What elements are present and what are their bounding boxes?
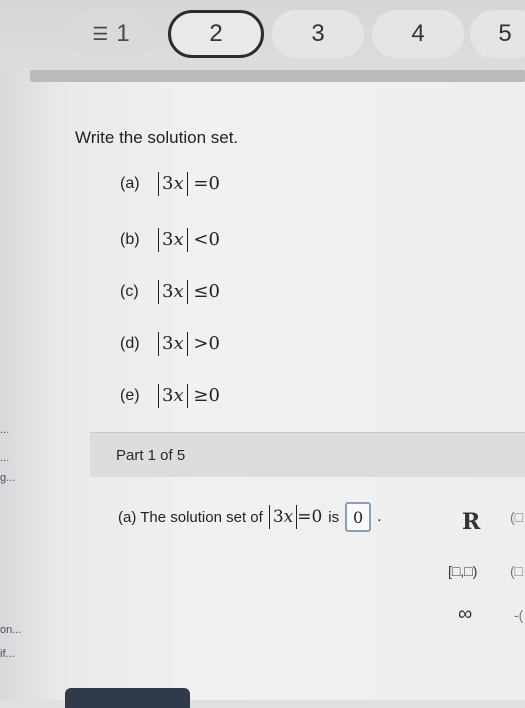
negative-key[interactable]: -( (514, 607, 523, 623)
answer-suffix: . (377, 508, 382, 525)
screen: ☰ 1 2 3 4 5 ... ... g... on... if... Wri… (0, 0, 525, 708)
menu-icon: ☰ (92, 23, 109, 44)
item-label: (e) (120, 387, 140, 404)
item-equation: 3x <0 (158, 228, 220, 252)
item-equation: 3x =0 (158, 172, 220, 196)
sidebar-label[interactable]: ... (0, 424, 9, 436)
answer-input[interactable]: 0 (345, 502, 372, 532)
item-label: (c) (120, 283, 139, 300)
sidebar-label[interactable]: ... (0, 452, 9, 464)
item-equation: 3x >0 (158, 332, 220, 356)
item-equation: 3x ≤0 (158, 280, 220, 304)
part-header: Part 1 of 5 (90, 432, 525, 477)
answer-line: (a) The solution set of 3x =0 is 0 . (118, 502, 382, 532)
question-item-a: (a) 3x =0 (120, 172, 220, 196)
answer-prefix: (a) The solution set of (118, 508, 263, 526)
half-open-interval-key[interactable]: [□,□) (448, 563, 477, 579)
infinity-key[interactable]: ∞ (458, 603, 472, 626)
sidebar-label[interactable]: if... (0, 648, 15, 660)
question-item-c: (c) 3x ≤0 (120, 280, 220, 304)
item-label: (b) (120, 231, 140, 248)
page-2-button[interactable]: 2 (168, 10, 264, 58)
answer-is: is (328, 508, 340, 526)
math-keypad: R (□ [□,□) (□ ∞ -( (430, 495, 525, 700)
question-item-d: (d) 3x >0 (120, 332, 220, 356)
bottom-button[interactable] (65, 688, 190, 708)
sidebar-label[interactable]: g... (0, 472, 15, 484)
interval-key[interactable]: (□ (510, 563, 523, 579)
question-menu-button[interactable]: ☰ 1 (70, 10, 152, 58)
page-5-button[interactable]: 5 (470, 10, 525, 58)
item-label: (a) (120, 175, 140, 192)
item-equation: 3x ≥0 (158, 384, 220, 408)
page-4-button[interactable]: 4 (372, 10, 464, 58)
answer-equation: 3x =0 (268, 505, 322, 529)
question-item-e: (e) 3x ≥0 (120, 384, 220, 408)
page-3-button[interactable]: 3 (272, 10, 364, 58)
menu-label: 1 (116, 20, 130, 47)
part-title: Part 1 of 5 (116, 447, 186, 464)
reals-key[interactable]: R (462, 509, 480, 535)
question-nav: ☰ 1 2 3 4 5 (0, 0, 525, 72)
open-interval-key[interactable]: (□ (510, 509, 523, 525)
sidebar-label[interactable]: on... (0, 624, 21, 636)
item-label: (d) (120, 335, 140, 352)
question-item-b: (b) 3x <0 (120, 228, 220, 252)
progress-divider (30, 70, 525, 82)
question-prompt: Write the solution set. (75, 128, 239, 147)
